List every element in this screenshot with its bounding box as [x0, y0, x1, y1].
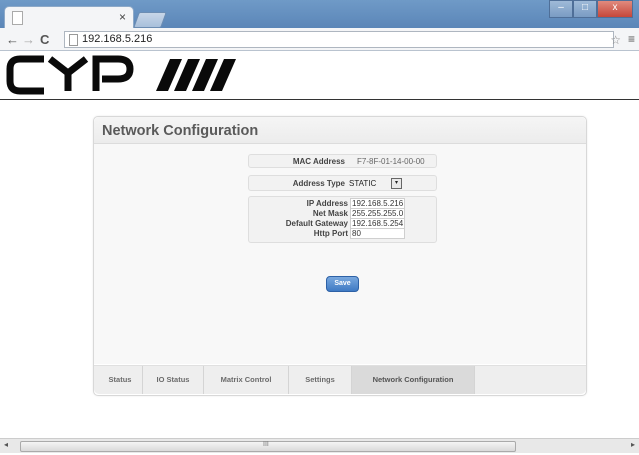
panel-body: MAC Address F7-8F-01-14-00-00 Address Ty… — [94, 144, 586, 364]
panel-header: Network Configuration — [94, 117, 586, 144]
header-divider — [0, 99, 639, 100]
horizontal-scrollbar[interactable]: ◂ III ▸ — [0, 438, 639, 453]
minimize-button[interactable]: – — [549, 0, 573, 18]
reload-icon[interactable]: C — [40, 32, 49, 47]
address-type-select[interactable]: STATIC — [349, 179, 376, 188]
back-arrow-icon[interactable]: ← — [6, 32, 19, 47]
mac-address-value: F7-8F-01-14-00-00 — [357, 157, 425, 166]
http-port-input[interactable]: 80 — [350, 228, 405, 239]
tab-status[interactable]: Status — [98, 366, 143, 394]
tab-settings[interactable]: Settings — [289, 366, 352, 394]
page-icon — [69, 34, 78, 46]
browser-tab[interactable]: × — [4, 6, 134, 29]
maximize-button[interactable]: □ — [573, 0, 597, 18]
cyp-logo — [6, 55, 236, 95]
tab-close-icon[interactable]: × — [119, 10, 126, 24]
scrollbar-grip-icon: III — [263, 441, 269, 448]
ip-settings-group: IP Address 192.168.5.216 Net Mask 255.25… — [248, 196, 437, 243]
mac-address-label: MAC Address — [292, 157, 345, 166]
browser-toolbar: ← → C 192.168.5.216 ☆ ≡ — [0, 28, 639, 51]
browser-titlebar: × – □ x — [0, 0, 639, 29]
tab-matrix-control[interactable]: Matrix Control — [204, 366, 289, 394]
window-controls: – □ x — [549, 0, 633, 18]
browser-menu-icon[interactable]: ≡ — [628, 32, 635, 46]
page-title: Network Configuration — [102, 123, 259, 139]
bookmark-star-icon[interactable]: ☆ — [610, 33, 621, 47]
bottom-nav-tabs: Status IO Status Matrix Control Settings… — [94, 365, 586, 394]
network-config-panel: Network Configuration MAC Address F7-8F-… — [93, 116, 587, 396]
tab-network-configuration[interactable]: Network Configuration — [352, 366, 475, 394]
close-window-button[interactable]: x — [597, 0, 633, 18]
net-mask-label: Net Mask — [312, 209, 348, 218]
page-favicon-icon — [12, 11, 23, 25]
save-button[interactable]: Save — [326, 276, 359, 292]
address-type-row: Address Type STATIC ▾ — [248, 175, 437, 191]
forward-arrow-icon[interactable]: → — [22, 32, 35, 47]
scroll-right-arrow-icon[interactable]: ▸ — [631, 440, 635, 449]
address-bar[interactable]: 192.168.5.216 — [64, 31, 614, 48]
ip-address-label: IP Address — [306, 199, 348, 208]
scrollbar-thumb[interactable]: III — [20, 441, 516, 452]
http-port-label: Http Port — [313, 229, 348, 238]
new-tab-button[interactable] — [133, 12, 167, 28]
url-text: 192.168.5.216 — [82, 33, 153, 45]
dropdown-arrow-icon[interactable]: ▾ — [391, 178, 402, 189]
tab-io-status[interactable]: IO Status — [143, 366, 204, 394]
scroll-left-arrow-icon[interactable]: ◂ — [4, 440, 8, 449]
default-gateway-label: Default Gateway — [285, 219, 348, 228]
mac-address-row: MAC Address F7-8F-01-14-00-00 — [248, 154, 437, 168]
address-type-label: Address Type — [292, 179, 345, 188]
